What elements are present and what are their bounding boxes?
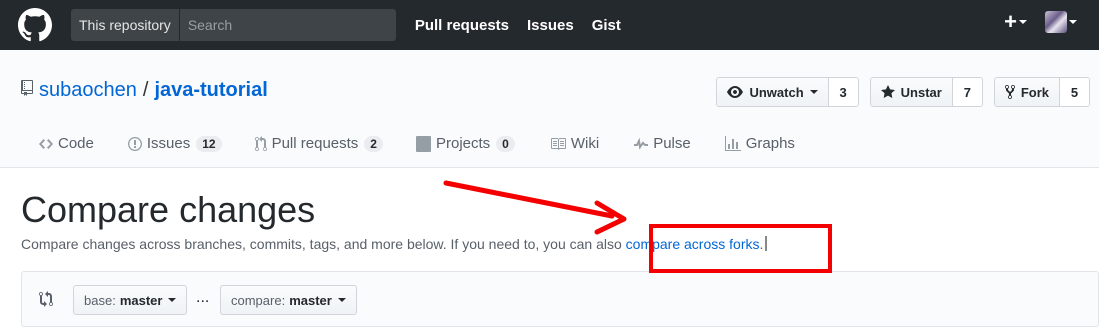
annotation-highlight-box <box>649 224 832 273</box>
annotation-arrow <box>443 180 627 235</box>
